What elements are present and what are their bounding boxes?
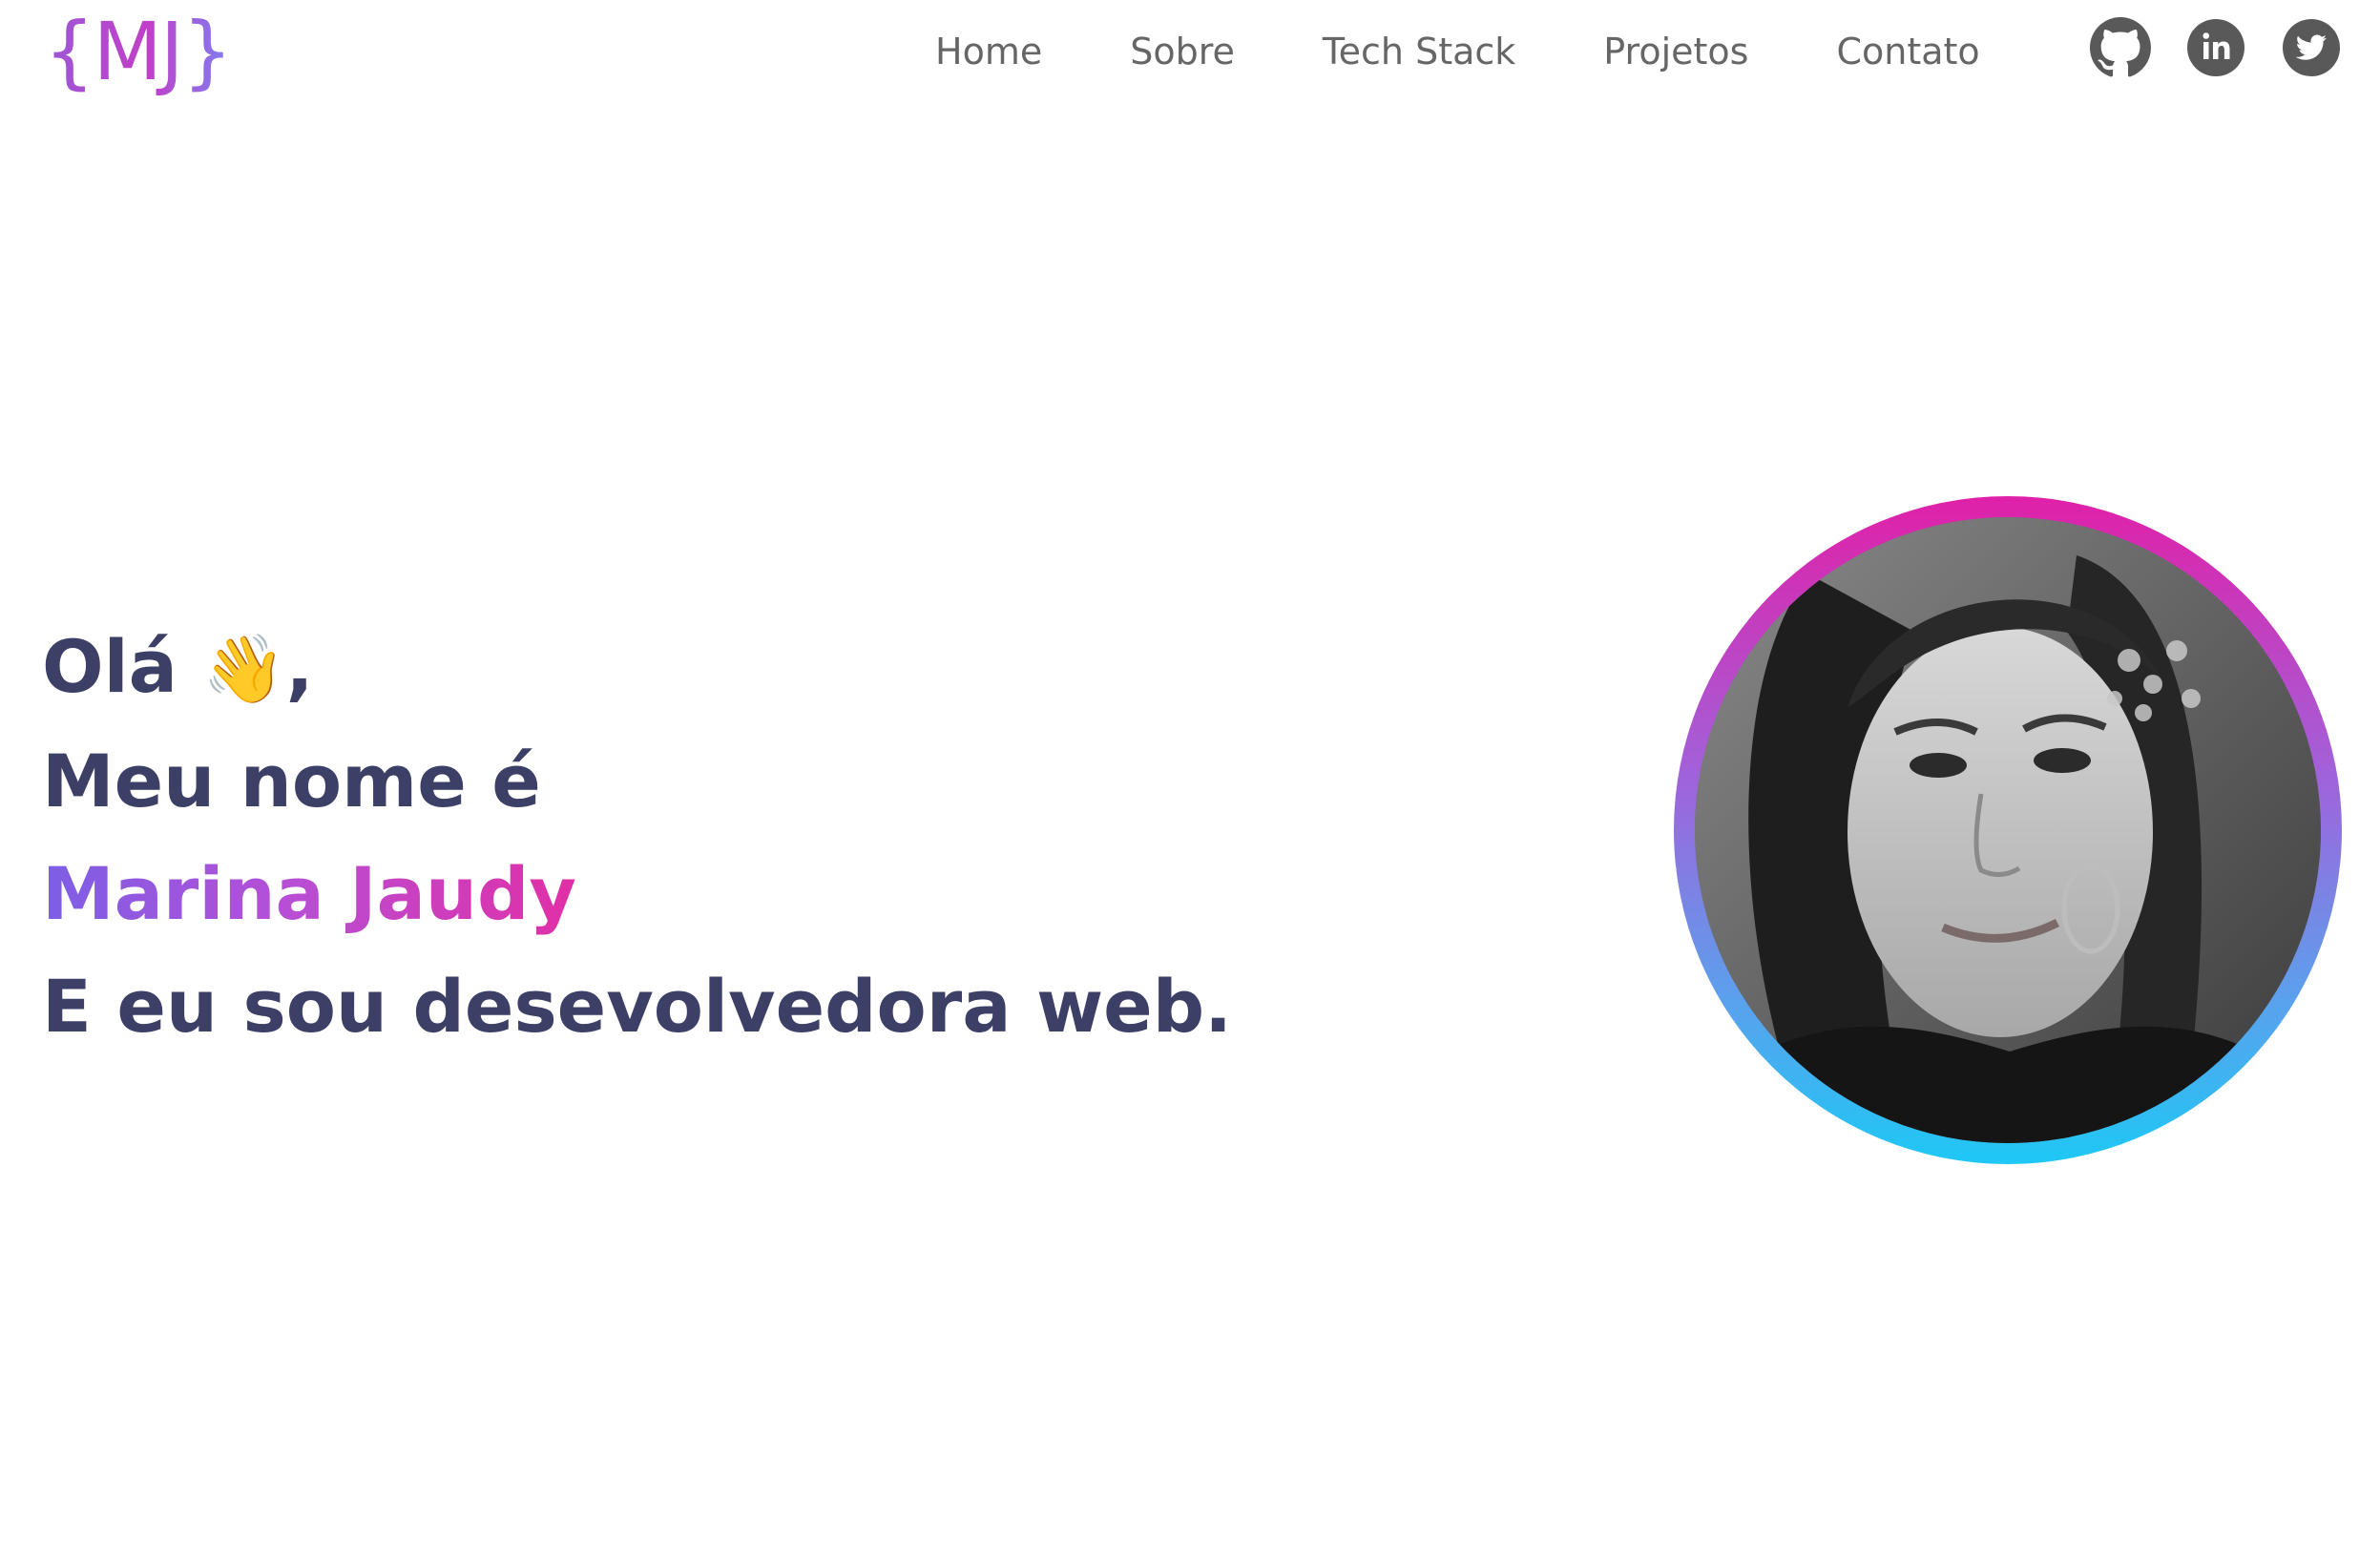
main-nav: Home Sobre Tech Stack Projetos Contato xyxy=(935,21,1980,82)
intro-text: Meu nome é xyxy=(42,739,541,823)
greeting-text: Olá xyxy=(42,624,177,709)
profile-photo-ring xyxy=(1674,496,2342,1164)
logo[interactable]: {MJ} xyxy=(44,4,233,99)
nav-contato[interactable]: Contato xyxy=(1836,31,1979,73)
greeting-line: Olá 👋, xyxy=(42,611,1232,725)
profile-photo xyxy=(1695,517,2321,1143)
hero-name: Marina Jaudy xyxy=(42,851,576,936)
hero-heading: Olá 👋, Meu nome é Marina Jaudy E eu sou … xyxy=(42,611,1232,1063)
nav-home[interactable]: Home xyxy=(935,31,1042,73)
social-links xyxy=(2090,17,2342,78)
nav-projetos[interactable]: Projetos xyxy=(1603,31,1748,73)
waving-hand-icon: 👋 xyxy=(202,630,286,708)
portrait-placeholder xyxy=(1695,517,2321,1143)
greeting-suffix: , xyxy=(285,624,314,709)
role-text: E eu sou desevolvedora web. xyxy=(42,964,1232,1049)
nav-tech-stack[interactable]: Tech Stack xyxy=(1323,31,1515,73)
github-icon[interactable] xyxy=(2090,17,2151,78)
nav-sobre[interactable]: Sobre xyxy=(1130,31,1235,73)
linkedin-icon[interactable] xyxy=(2185,17,2246,78)
twitter-icon[interactable] xyxy=(2281,17,2342,78)
